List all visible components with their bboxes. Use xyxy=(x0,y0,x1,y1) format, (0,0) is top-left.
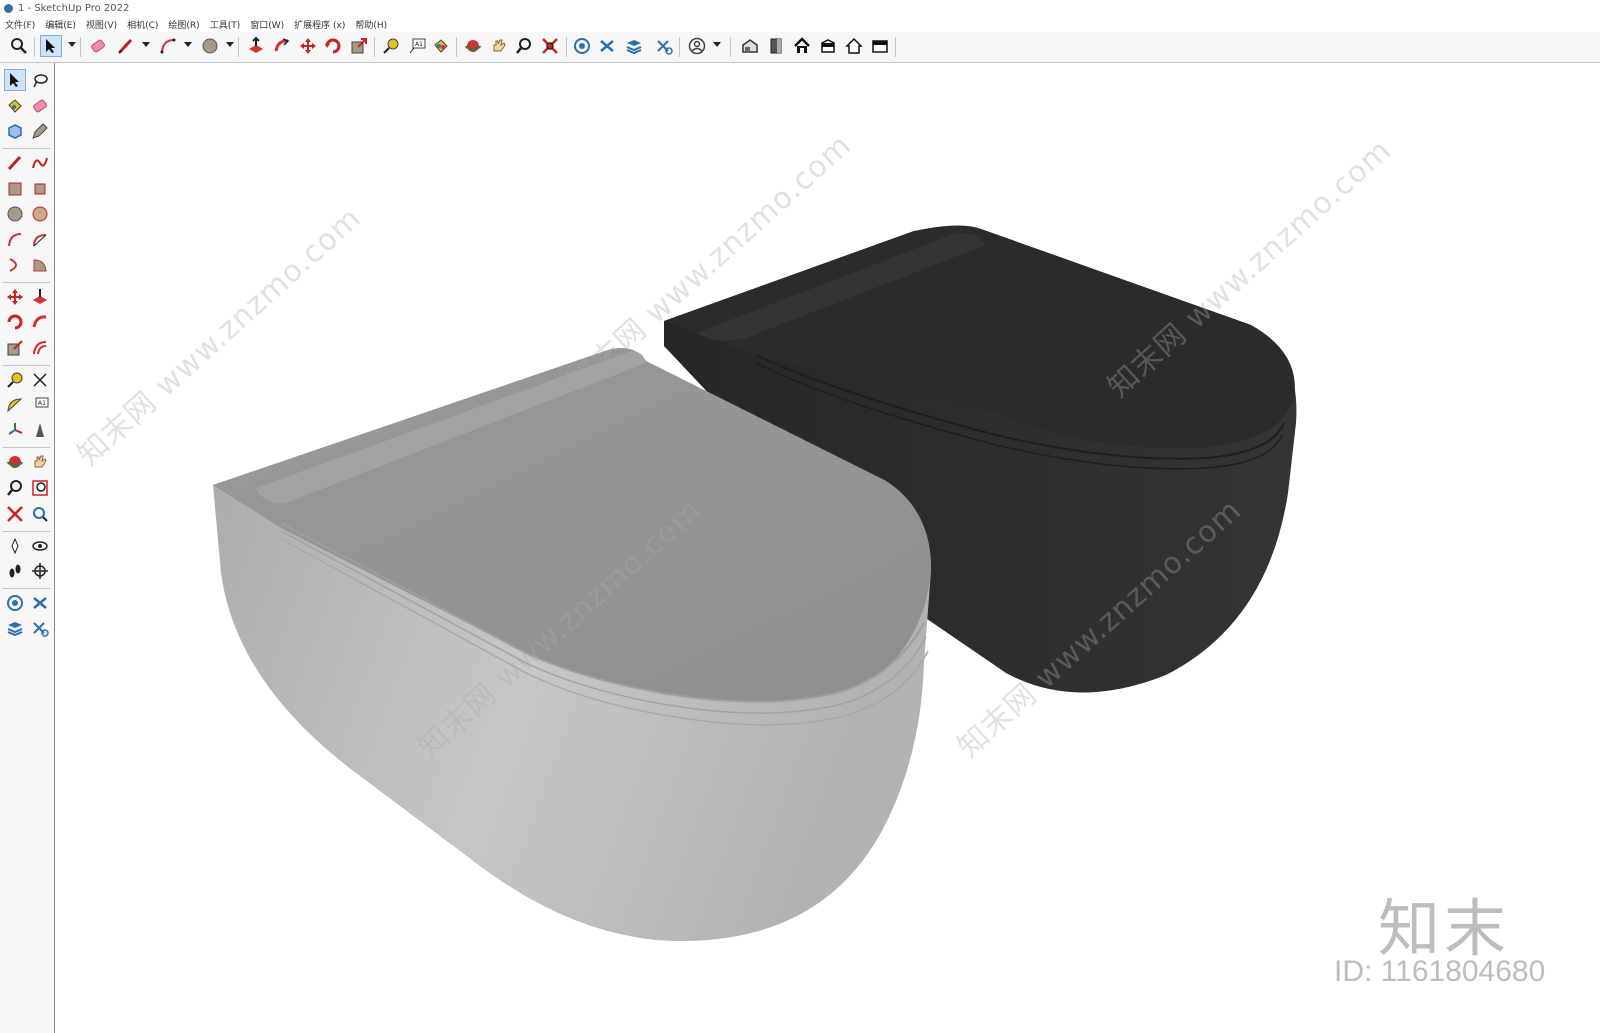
menu-camera[interactable]: 相机(C) xyxy=(122,18,163,31)
orbit-icon[interactable] xyxy=(4,451,26,473)
follow-me-icon[interactable] xyxy=(29,311,51,333)
section-fill-icon[interactable] xyxy=(29,617,51,639)
select-tool-button[interactable] xyxy=(40,35,62,57)
offset-icon[interactable] xyxy=(29,337,51,359)
polygon-icon[interactable] xyxy=(29,203,51,225)
tags-icon[interactable] xyxy=(571,35,593,57)
layers-icon[interactable] xyxy=(623,35,645,57)
search-icon[interactable] xyxy=(8,35,30,57)
model-viewport[interactable]: 知末网 www.znzmo.com 知末网 www.znzmo.com 知末网 … xyxy=(56,63,1600,1033)
zoom-extents-icon[interactable] xyxy=(539,35,561,57)
menu-help[interactable]: 帮助(H) xyxy=(350,18,392,31)
zoom-icon[interactable] xyxy=(4,477,26,499)
circle-icon[interactable] xyxy=(199,35,221,57)
pan-icon[interactable] xyxy=(488,35,510,57)
follow-me-icon[interactable] xyxy=(271,35,293,57)
select-dropdown-icon[interactable] xyxy=(68,42,76,47)
svg-text:A1: A1 xyxy=(38,400,46,407)
look-around-icon[interactable] xyxy=(29,535,51,557)
sketchup-app-icon xyxy=(4,3,13,13)
rotate-icon[interactable] xyxy=(4,311,26,333)
rotate-icon[interactable] xyxy=(322,35,344,57)
layers-icon[interactable] xyxy=(4,617,26,639)
three-point-arc-icon[interactable] xyxy=(4,254,26,276)
zoom-extents-icon[interactable] xyxy=(4,503,26,525)
menu-tools[interactable]: 工具(T) xyxy=(205,18,246,31)
title-bar: 1 - SketchUp Pro 2022 xyxy=(0,0,1600,16)
two-point-arc-icon[interactable] xyxy=(29,229,51,251)
display-section-icon[interactable] xyxy=(653,35,675,57)
model-id-label: ID: 1161804680 xyxy=(1334,955,1546,988)
toilet-model-scene xyxy=(213,225,1297,942)
previous-view-icon[interactable] xyxy=(29,503,51,525)
scale-icon[interactable] xyxy=(4,337,26,359)
paint-bucket-icon[interactable] xyxy=(4,95,26,117)
section-plane-icon[interactable] xyxy=(596,35,618,57)
position-camera-icon[interactable] xyxy=(4,535,26,557)
make-component-icon[interactable] xyxy=(4,120,26,142)
move-icon[interactable] xyxy=(297,35,319,57)
account-icon[interactable] xyxy=(686,35,708,57)
dimension-icon[interactable] xyxy=(29,369,51,391)
menu-window[interactable]: 窗口(W) xyxy=(245,18,289,31)
push-pull-icon[interactable] xyxy=(29,286,51,308)
pie-icon[interactable] xyxy=(29,254,51,276)
arc-icon[interactable] xyxy=(157,35,179,57)
tape-measure-icon[interactable] xyxy=(380,35,402,57)
window-title: 1 - SketchUp Pro 2022 xyxy=(18,2,130,14)
zoom-icon[interactable] xyxy=(513,35,535,57)
axes-icon[interactable] xyxy=(4,419,26,441)
move-icon[interactable] xyxy=(4,286,26,308)
svg-text:A1: A1 xyxy=(415,41,423,48)
line-dropdown-icon[interactable] xyxy=(142,42,150,47)
line-icon[interactable] xyxy=(4,152,26,174)
front-view-icon[interactable] xyxy=(765,35,787,57)
paint-bucket-icon[interactable] xyxy=(430,35,452,57)
scale-icon[interactable] xyxy=(348,35,370,57)
zoom-window-icon[interactable] xyxy=(29,477,51,499)
pan-icon[interactable] xyxy=(29,451,51,473)
shape-dropdown-icon[interactable] xyxy=(226,42,234,47)
text-icon[interactable]: A1 xyxy=(406,35,428,57)
protractor-icon[interactable] xyxy=(4,394,26,416)
home-view-icon[interactable] xyxy=(843,35,865,57)
menu-bar: 文件(F) 编辑(E) 视图(V) 相机(C) 绘图(R) 工具(T) 窗口(W… xyxy=(0,16,1600,32)
arc-icon[interactable] xyxy=(4,229,26,251)
menu-view[interactable]: 视图(V) xyxy=(81,18,122,31)
back-view-icon[interactable] xyxy=(869,35,891,57)
rectangle-icon[interactable] xyxy=(4,178,26,200)
push-pull-icon[interactable] xyxy=(245,35,267,57)
tape-measure-icon[interactable] xyxy=(4,369,26,391)
account-dropdown-icon[interactable] xyxy=(713,42,721,47)
tag-tool-icon[interactable] xyxy=(29,120,51,142)
top-view-icon[interactable] xyxy=(791,35,813,57)
text-icon[interactable]: A1 xyxy=(29,394,51,416)
3d-text-icon[interactable] xyxy=(29,419,51,441)
pencil-icon[interactable] xyxy=(115,35,137,57)
iso-view-icon[interactable] xyxy=(739,35,761,57)
arc-dropdown-icon[interactable] xyxy=(184,42,192,47)
circle-icon[interactable] xyxy=(4,203,26,225)
eraser-icon[interactable] xyxy=(87,35,109,57)
section-plane-icon[interactable] xyxy=(29,560,51,582)
rotated-rectangle-icon[interactable] xyxy=(29,178,51,200)
right-view-icon[interactable] xyxy=(817,35,839,57)
large-tool-set: A1 xyxy=(0,63,55,1033)
eraser-icon[interactable] xyxy=(29,95,51,117)
menu-draw[interactable]: 绘图(R) xyxy=(163,18,204,31)
main-toolbar: A1 xyxy=(0,32,1600,63)
select-tool-button[interactable] xyxy=(4,69,26,91)
lasso-select-icon[interactable] xyxy=(29,69,51,91)
menu-edit[interactable]: 编辑(E) xyxy=(40,18,81,31)
tags-icon[interactable] xyxy=(4,592,26,614)
menu-file[interactable]: 文件(F) xyxy=(0,18,40,31)
walk-icon[interactable] xyxy=(4,560,26,582)
menu-extensions[interactable]: 扩展程序 (x) xyxy=(289,18,350,31)
freehand-icon[interactable] xyxy=(29,152,51,174)
orbit-icon[interactable] xyxy=(462,35,484,57)
display-section-icon[interactable] xyxy=(29,592,51,614)
